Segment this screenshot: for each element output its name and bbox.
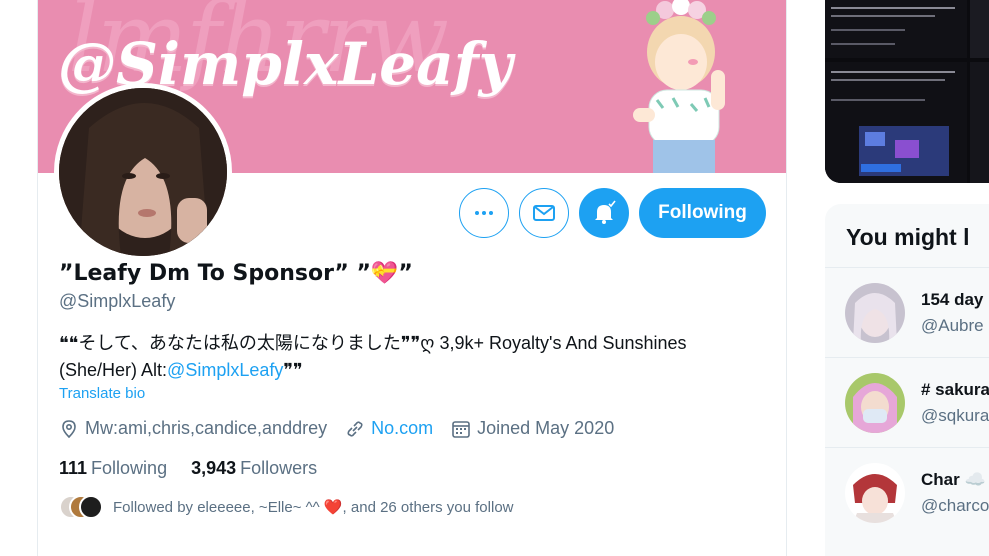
location-text: Mw:ami,chris,candice,anddrey: [85, 418, 328, 438]
suggested-user-name: # sakura: [921, 380, 989, 399]
follow-counts: 111 Following 3,943 Followers: [59, 458, 317, 479]
followed-by-avatars: [59, 495, 105, 519]
following-button[interactable]: Following: [639, 188, 766, 238]
suggested-user-handle: @charco: [921, 496, 989, 515]
translate-bio-link[interactable]: Translate bio: [59, 385, 145, 402]
profile-handle: @SimplxLeafy: [59, 291, 176, 311]
suggested-user-name: 154 day: [921, 290, 984, 309]
following-count: 111: [59, 458, 88, 478]
website-link[interactable]: No.com: [371, 418, 433, 439]
profile-column: lmfhrrw @SimplxLeafy Following ”Leafy Dm…: [37, 0, 787, 556]
suggested-user-name: Char ☁️: [921, 470, 986, 489]
calendar-icon: [452, 420, 470, 438]
followers-count-link[interactable]: 3,943 Followers: [191, 458, 317, 479]
notifications-button[interactable]: [579, 188, 629, 238]
profile-avatar[interactable]: [54, 83, 232, 261]
location-item: Mw:ami,chris,candice,anddrey: [59, 418, 327, 439]
who-to-follow-title: You might l: [846, 224, 970, 250]
avatar: [845, 373, 905, 433]
bio-tail: ❞❞: [283, 360, 303, 380]
followed-by-text: Followed by eleeeee, ~Elle~ ^^ ❤️, and 2…: [113, 499, 514, 516]
suggested-user-row[interactable]: 154 day @Aubre: [825, 267, 989, 357]
media-grid-image: [825, 0, 989, 183]
profile-actions: Following: [459, 188, 766, 238]
link-icon: [347, 420, 363, 437]
followers-count: 3,943: [191, 458, 237, 478]
joined-date: Joined May 2020: [477, 418, 615, 438]
suggested-user-row[interactable]: Char ☁️ @charco: [825, 447, 989, 537]
suggested-user-row[interactable]: # sakura @sqkura: [825, 357, 989, 447]
profile-meta: Mw:ami,chris,candice,anddrey No.com Join…: [59, 418, 614, 439]
following-label: Following: [91, 458, 168, 478]
profile-bio: ❝❝そして、あなたは私の太陽になりました❞❞ღ 3,9k+ Royalty's …: [59, 330, 759, 384]
bell-icon: [595, 200, 616, 224]
avatar: [845, 463, 905, 523]
more-button[interactable]: [459, 188, 509, 238]
followed-by[interactable]: Followed by eleeeee, ~Elle~ ^^ ❤️, and 2…: [59, 495, 514, 519]
who-to-follow-panel: You might l 154 day @Aubre # sakura @sqk…: [825, 204, 989, 556]
website-item: No.com: [345, 418, 433, 439]
display-name: ”Leafy Dm To Sponsor” ”💝”: [59, 261, 413, 286]
bio-text: ❝❝そして、あなたは私の太陽になりました❞❞ღ 3,9k+ Royalty's …: [59, 333, 687, 380]
avatar: [845, 283, 905, 343]
following-count-link[interactable]: 111 Following: [59, 458, 167, 479]
more-dots-icon: [475, 211, 493, 215]
avatar: [79, 495, 103, 519]
bio-mention-link[interactable]: @SimplxLeafy: [167, 360, 283, 380]
followers-label: Followers: [240, 458, 318, 478]
message-button[interactable]: [519, 188, 569, 238]
media-thumbnails[interactable]: [825, 0, 989, 183]
envelope-icon: [533, 205, 555, 221]
banner-character-illustration: [633, 0, 725, 173]
location-pin-icon: [62, 419, 76, 438]
suggested-user-handle: @Aubre: [921, 316, 984, 335]
joined-item: Joined May 2020: [451, 418, 614, 439]
left-gutter: [0, 0, 37, 556]
suggested-user-handle: @sqkura: [921, 406, 989, 425]
